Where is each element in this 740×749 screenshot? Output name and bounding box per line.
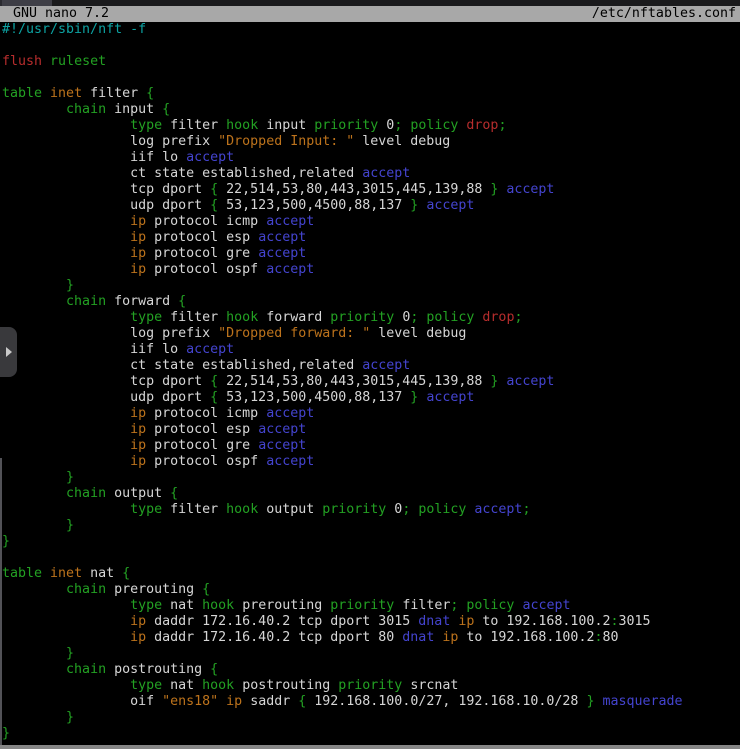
- code-line: }: [0, 278, 740, 294]
- code-line: iif lo accept: [0, 342, 740, 358]
- code-line: }: [0, 534, 740, 550]
- side-panel-toggle[interactable]: [0, 327, 17, 377]
- code-line: ip protocol gre accept: [0, 438, 740, 454]
- code-line: [0, 550, 740, 566]
- code-line: oif "ens18" ip saddr { 192.168.100.0/27,…: [0, 694, 740, 710]
- code-line: table inet nat {: [0, 566, 740, 582]
- code-line: type filter hook input priority 0; polic…: [0, 118, 740, 134]
- code-line: [0, 38, 740, 54]
- code-line: log prefix "Dropped forward: " level deb…: [0, 326, 740, 342]
- editor-content[interactable]: #!/usr/sbin/nft -f flush ruleset table ine…: [0, 22, 740, 742]
- code-line: type nat hook postrouting priority srcna…: [0, 678, 740, 694]
- code-line: udp dport { 53,123,500,4500,88,137 } acc…: [0, 390, 740, 406]
- code-line: #!/usr/sbin/nft -f: [0, 22, 740, 38]
- code-line: tcp dport { 22,514,53,80,443,3015,445,13…: [0, 182, 740, 198]
- code-line: ct state established,related accept: [0, 358, 740, 374]
- left-edge-divider: [0, 458, 2, 746]
- code-line: chain forward {: [0, 294, 740, 310]
- code-line: udp dport { 53,123,500,4500,88,137 } acc…: [0, 198, 740, 214]
- code-line: }: [0, 710, 740, 726]
- code-line: ip protocol icmp accept: [0, 406, 740, 422]
- code-line: }: [0, 518, 740, 534]
- code-line: [0, 70, 740, 86]
- code-line: ct state established,related accept: [0, 166, 740, 182]
- code-line: ip daddr 172.16.40.2 tcp dport 80 dnat i…: [0, 630, 740, 646]
- code-line: chain prerouting {: [0, 582, 740, 598]
- code-line: ip protocol icmp accept: [0, 214, 740, 230]
- code-line: iif lo accept: [0, 150, 740, 166]
- bottom-bar: [0, 745, 740, 749]
- code-line: ip protocol gre accept: [0, 246, 740, 262]
- code-line: chain input {: [0, 102, 740, 118]
- code-line: ip protocol ospf accept: [0, 454, 740, 470]
- code-line: table inet filter {: [0, 86, 740, 102]
- code-line: log prefix "Dropped Input: " level debug: [0, 134, 740, 150]
- code-line: }: [0, 646, 740, 662]
- chevron-right-icon: [6, 347, 12, 357]
- code-line: ip protocol ospf accept: [0, 262, 740, 278]
- nano-titlebar: GNU nano 7.2 /etc/nftables.conf: [0, 6, 740, 22]
- code-line: chain postrouting {: [0, 662, 740, 678]
- code-line: flush ruleset: [0, 54, 740, 70]
- code-line: ip protocol esp accept: [0, 230, 740, 246]
- file-path-label: /etc/nftables.conf: [592, 6, 736, 22]
- code-line: chain output {: [0, 486, 740, 502]
- code-line: tcp dport { 22,514,53,80,443,3015,445,13…: [0, 374, 740, 390]
- code-line: type filter hook output priority 0; poli…: [0, 502, 740, 518]
- code-line: ip daddr 172.16.40.2 tcp dport 3015 dnat…: [0, 614, 740, 630]
- code-line: ip protocol esp accept: [0, 422, 740, 438]
- code-line: type nat hook prerouting priority filter…: [0, 598, 740, 614]
- code-line: type filter hook forward priority 0; pol…: [0, 310, 740, 326]
- code-line: }: [0, 726, 740, 742]
- code-line: }: [0, 470, 740, 486]
- app-version-label: GNU nano 7.2: [13, 6, 109, 22]
